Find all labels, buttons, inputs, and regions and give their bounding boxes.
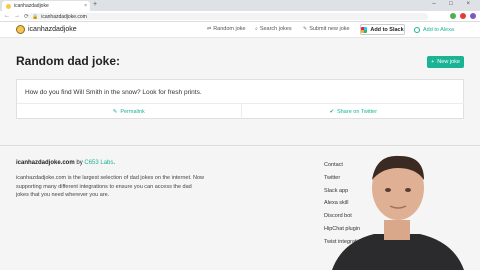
twitter-icon: ✔ [329, 108, 335, 115]
back-icon[interactable]: ← [4, 13, 10, 19]
nav-label: Submit new joke [309, 26, 350, 32]
slack-icon [361, 26, 368, 33]
webcam-overlay [332, 155, 464, 270]
alexa-icon [414, 26, 420, 33]
add-to-slack-button[interactable]: Add to Slack [360, 24, 405, 35]
forward-icon[interactable]: → [14, 13, 20, 19]
plus-icon: + [431, 59, 435, 65]
footer-site-name: icanhazdadjoke.com [16, 160, 75, 166]
joke-card-footer: ✎ Permalink ✔ Share on Twitter [17, 103, 465, 119]
browser-tab-strip: icanhazdadjoke × + – □ × [0, 0, 480, 11]
browser-tab[interactable]: icanhazdadjoke × [2, 1, 90, 11]
nav-label: Search jokes [259, 26, 292, 32]
nav-random-joke[interactable]: ⇄ Random joke [207, 26, 246, 32]
joke-card: How do you find Will Smith in the snow? … [16, 79, 465, 119]
site-header: icanhazdadjoke ⇄ Random joke ⌕ Search jo… [0, 22, 480, 38]
alexa-button-label: Add to Alexa [423, 26, 454, 33]
new-joke-label: New joke [437, 59, 460, 65]
joke-text: How do you find Will Smith in the snow? … [25, 89, 202, 96]
footer-period: . [113, 160, 116, 166]
new-tab-icon[interactable]: + [93, 1, 97, 8]
nav-submit-joke[interactable]: ✎ Submit new joke [303, 26, 350, 32]
browser-toolbar: ← → ⟳ 🔒 icanhazdadjoke.com [0, 11, 480, 22]
permalink-link[interactable]: ✎ Permalink [17, 104, 241, 119]
tab-title: icanhazdadjoke [14, 3, 49, 9]
pencil-icon: ✎ [303, 26, 308, 32]
footer-divider [0, 145, 480, 146]
brand-name[interactable]: icanhazdadjoke [28, 26, 77, 33]
site-logo-icon[interactable] [16, 25, 25, 34]
footer-description: icanhazdadjoke.com is the largest select… [16, 175, 205, 198]
footer-by: by [76, 160, 83, 166]
favicon-icon [6, 3, 11, 9]
extension-icons [450, 13, 476, 19]
add-to-alexa-button[interactable]: Add to Alexa [414, 24, 462, 35]
nav-label: Random joke [213, 26, 246, 32]
new-joke-button[interactable]: + New joke [427, 56, 464, 68]
page-title: Random dad joke: [16, 54, 121, 68]
extension-icon[interactable] [460, 13, 466, 19]
search-icon: ⌕ [255, 26, 258, 32]
link-icon: ✎ [112, 108, 118, 115]
share-twitter-link[interactable]: ✔ Share on Twitter [240, 104, 466, 119]
lock-icon: 🔒 [32, 13, 39, 20]
permalink-label: Permalink [120, 108, 145, 115]
footer-brand: icanhazdadjoke.com by C653 Labs. [16, 160, 115, 166]
footer-lab-link[interactable]: C653 Labs [84, 160, 113, 166]
extension-icon[interactable] [450, 13, 456, 19]
nav-search-jokes[interactable]: ⌕ Search jokes [255, 26, 292, 32]
close-tab-icon[interactable]: × [84, 3, 87, 9]
slack-button-label: Add to Slack [370, 26, 404, 33]
share-label: Share on Twitter [337, 108, 378, 115]
profile-avatar[interactable] [470, 13, 476, 19]
window-controls[interactable]: – □ × [432, 1, 476, 7]
url-text: icanhazdadjoke.com [41, 13, 87, 20]
shuffle-icon: ⇄ [207, 26, 212, 32]
address-bar[interactable]: 🔒 icanhazdadjoke.com [28, 13, 428, 20]
